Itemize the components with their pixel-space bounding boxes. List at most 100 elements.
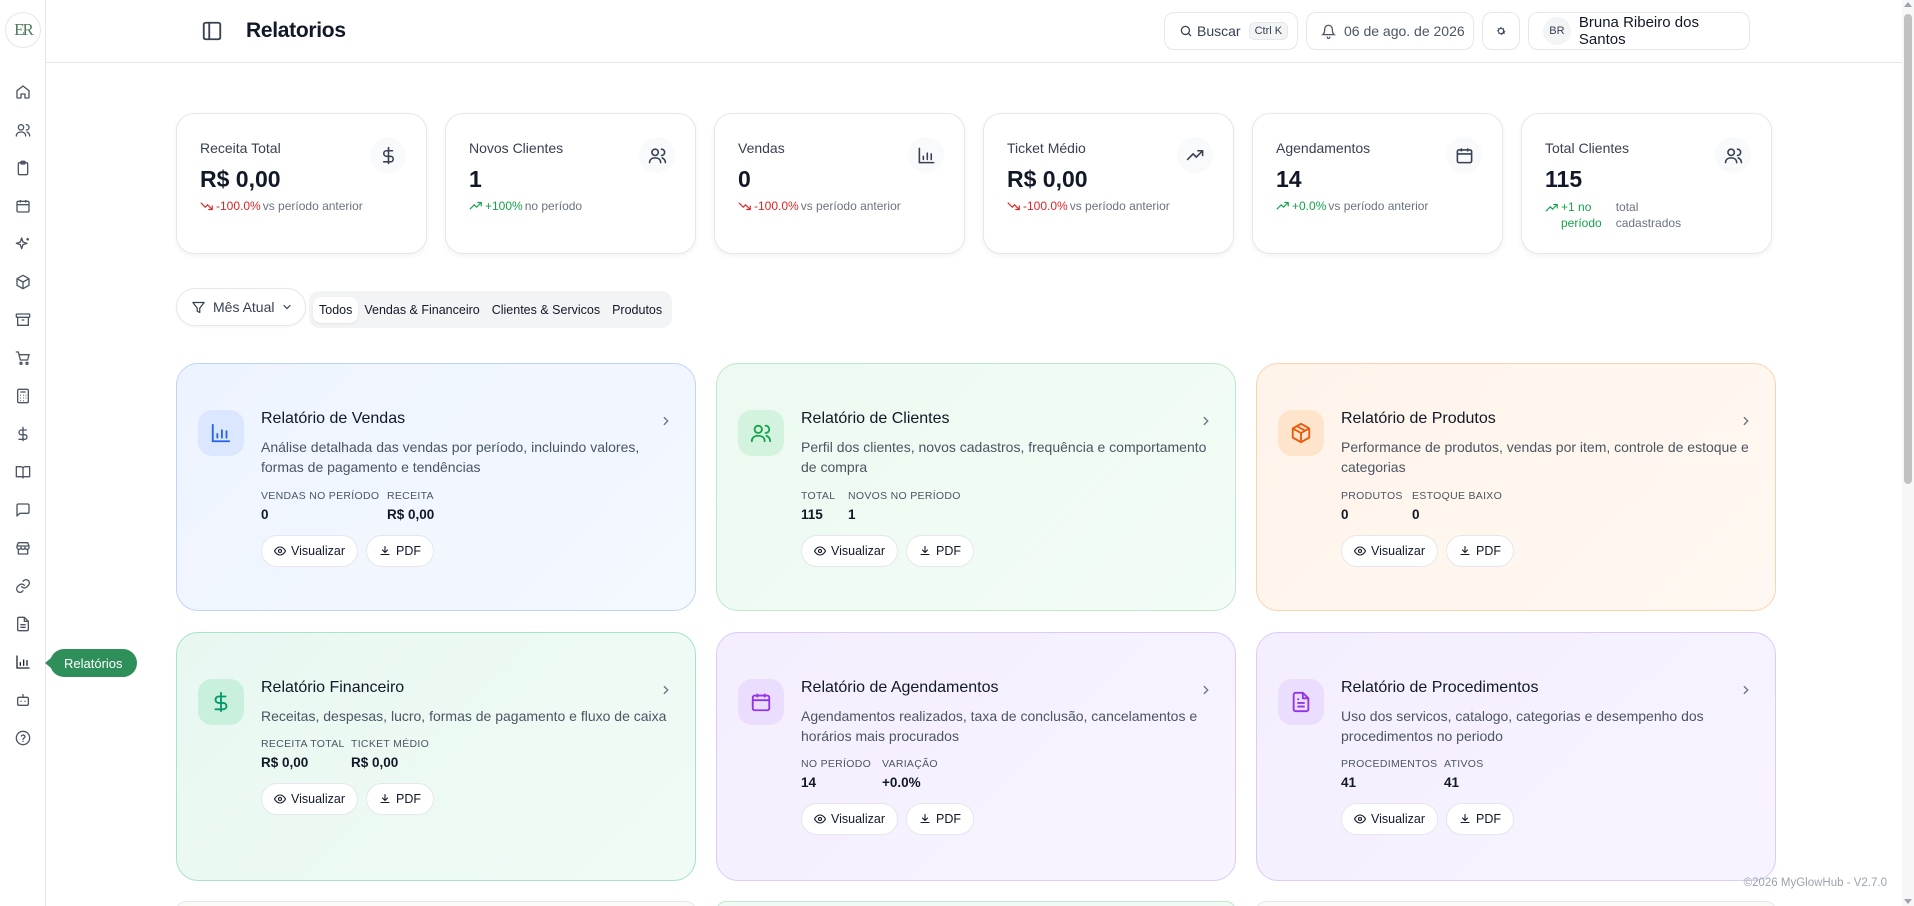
settings-button[interactable]: [1482, 12, 1520, 50]
report-stat-label: NO PERÍODO: [801, 758, 872, 770]
period-filter-button[interactable]: Mês Atual: [176, 288, 306, 326]
pdf-download-button[interactable]: PDF: [906, 535, 974, 567]
eye-icon: [814, 814, 827, 824]
report-stat-label: TICKET MÉDIO: [351, 738, 430, 750]
scroll-up-arrow[interactable]: [1904, 2, 1912, 7]
view-report-button[interactable]: Visualizar: [1341, 803, 1438, 835]
link-icon[interactable]: [12, 575, 34, 597]
stat-label: Novos Clientes: [469, 140, 564, 156]
tab-clientes-servicos[interactable]: Clientes & Servicos: [486, 297, 606, 323]
store-icon[interactable]: [12, 537, 34, 559]
view-report-button[interactable]: Visualizar: [1341, 535, 1438, 567]
report-stat-value: 115: [801, 507, 823, 522]
stat-change-line1: +1 no: [1561, 200, 1592, 214]
report-card-financeiro[interactable]: Relatório Financeiro Receitas, despesas,…: [176, 632, 696, 881]
bar-chart-icon[interactable]: [12, 651, 34, 673]
report-stat-2: NOVOS NO PERÍODO 1: [848, 490, 961, 522]
sidebar-tooltip: Relatórios: [45, 649, 137, 677]
pdf-download-button[interactable]: PDF: [1446, 803, 1514, 835]
report-stat-2: VARIAÇÃO +0.0%: [882, 758, 938, 790]
help-icon[interactable]: [12, 727, 34, 749]
book-icon[interactable]: [12, 461, 34, 483]
file-icon[interactable]: [12, 613, 34, 635]
cart-icon[interactable]: [12, 347, 34, 369]
view-report-button[interactable]: Visualizar: [801, 535, 898, 567]
chevron-right-icon[interactable]: [1739, 414, 1753, 428]
search-button[interactable]: Buscar Ctrl K: [1164, 12, 1298, 50]
tab-vendas-financeiro[interactable]: Vendas & Financeiro: [358, 297, 485, 323]
tab-todos[interactable]: Todos: [313, 296, 359, 323]
view-label: Visualizar: [291, 544, 345, 558]
pdf-download-button[interactable]: PDF: [1446, 535, 1514, 567]
chevron-right-icon[interactable]: [659, 683, 673, 697]
eye-icon: [1354, 546, 1367, 556]
report-card-procedimentos[interactable]: Relatório de Procedimentos Uso dos servi…: [1256, 632, 1776, 881]
stat-value: 14: [1276, 166, 1302, 192]
users-icon[interactable]: [12, 119, 34, 141]
report-description: Análise detalhada das vendas por período…: [261, 439, 640, 475]
report-stat-2: RECEITA R$ 0,00: [387, 490, 434, 522]
tab-produtos[interactable]: Produtos: [606, 297, 668, 323]
pdf-label: PDF: [396, 792, 421, 806]
view-report-button[interactable]: Visualizar: [801, 803, 898, 835]
report-stat-value: 0: [1412, 507, 1420, 522]
user-menu-button[interactable]: BR Bruna Ribeiro dos Santos: [1528, 12, 1750, 50]
download-icon: [920, 813, 930, 824]
sidebar-toggle-icon[interactable]: [201, 20, 223, 42]
pdf-download-button[interactable]: PDF: [366, 535, 434, 567]
scroll-thumb[interactable]: [1904, 14, 1912, 484]
date-button[interactable]: 06 de ago. de 2026: [1306, 12, 1474, 50]
chevron-right-icon[interactable]: [1199, 414, 1213, 428]
stat-trend: -100.0% vs período anterior: [200, 199, 363, 213]
report-card-clientes[interactable]: Relatório de Clientes Perfil dos cliente…: [716, 363, 1236, 611]
pdf-download-button[interactable]: PDF: [906, 803, 974, 835]
stat-change: +100%: [485, 199, 523, 213]
chevron-right-icon[interactable]: [1739, 683, 1753, 697]
calendar-icon[interactable]: [12, 195, 34, 217]
users-icon: [639, 137, 675, 173]
package-icon[interactable]: [12, 271, 34, 293]
app-logo[interactable]: ER: [5, 12, 41, 48]
current-date: 06 de ago. de 2026: [1344, 23, 1465, 39]
sidebar: ER Relatórios: [0, 0, 137, 906]
stat-note: no período: [524, 199, 583, 213]
page-scrollbar[interactable]: [1902, 0, 1914, 906]
report-stat-2: TICKET MÉDIO R$ 0,00: [351, 738, 429, 770]
stat-value: 115: [1545, 166, 1583, 192]
bot-icon[interactable]: [12, 689, 34, 711]
report-card-produtos[interactable]: Relatório de Produtos Performance de pro…: [1256, 363, 1776, 611]
stat-note: vs período anterior: [800, 199, 901, 213]
report-stat-label: VENDAS NO PERÍODO: [261, 490, 380, 502]
dollar-icon[interactable]: [12, 423, 34, 445]
report-stat-2: ATIVOS 41: [1444, 758, 1484, 790]
view-report-button[interactable]: Visualizar: [261, 535, 358, 567]
stat-card-total-clientes: Total Clientes 115 +1 no período total cad…: [1521, 113, 1772, 254]
stat-label: Ticket Médio: [1007, 140, 1086, 156]
report-card-vendas[interactable]: Relatório de Vendas Análise detalhada da…: [176, 363, 696, 611]
report-stat-value: 0: [261, 507, 269, 522]
view-label: Visualizar: [291, 792, 345, 806]
stat-note: vs período anterior: [1069, 199, 1170, 213]
view-report-button[interactable]: Visualizar: [261, 783, 358, 815]
home-icon[interactable]: [12, 81, 34, 103]
chevron-right-icon[interactable]: [659, 414, 673, 428]
clipboard-icon[interactable]: [12, 157, 34, 179]
pdf-label: PDF: [936, 812, 961, 826]
chat-icon[interactable]: [12, 499, 34, 521]
eye-icon: [274, 794, 287, 804]
search-shortcut: Ctrl K: [1248, 22, 1289, 40]
sparkles-icon[interactable]: [12, 233, 34, 255]
report-card-agendamentos[interactable]: Relatório de Agendamentos Agendamentos r…: [716, 632, 1236, 881]
report-stat-1: VENDAS NO PERÍODO 0: [261, 490, 379, 522]
pdf-download-button[interactable]: PDF: [366, 783, 434, 815]
report-description: Perfil dos clientes, novos cadastros, fr…: [801, 439, 1207, 475]
package-icon: [1278, 410, 1324, 456]
archive-icon[interactable]: [12, 309, 34, 331]
filter-icon: [192, 301, 205, 313]
report-stat-1: RECEITA TOTAL R$ 0,00: [261, 738, 345, 770]
chevron-right-icon[interactable]: [1199, 683, 1213, 697]
report-category-tabs: Todos Vendas & Financeiro Clientes & Ser…: [309, 291, 673, 328]
scroll-down-arrow[interactable]: [1904, 899, 1912, 904]
report-stat-label: VARIAÇÃO: [882, 758, 938, 770]
calculator-icon[interactable]: [12, 385, 34, 407]
